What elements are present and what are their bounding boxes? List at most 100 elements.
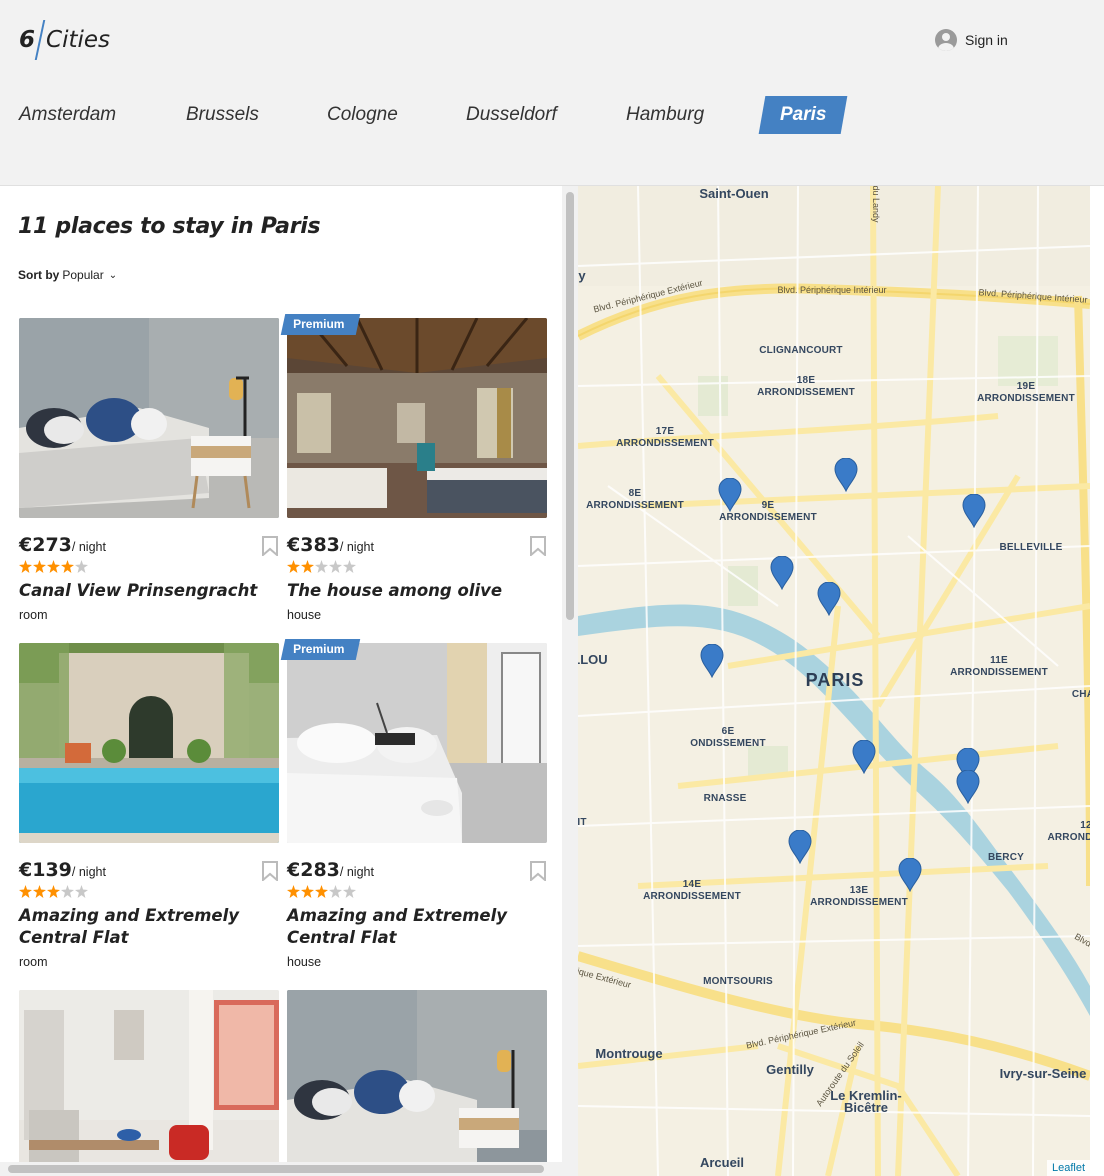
- rating-stars: [19, 560, 279, 576]
- map-label: Le Kremlin- Bicêtre: [830, 1088, 902, 1115]
- tab-hamburg[interactable]: Hamburg: [626, 96, 704, 134]
- tab-amsterdam[interactable]: Amsterdam: [19, 96, 116, 134]
- star-empty-icon: [343, 560, 356, 573]
- map-label: 8E ARRONDISSEMENT: [586, 488, 684, 511]
- map-pin-icon[interactable]: [834, 458, 858, 492]
- map-pin-icon[interactable]: [817, 582, 841, 616]
- city-tabs: Amsterdam Brussels Cologne Dusseldorf Ha…: [0, 84, 1104, 186]
- pool-courtyard-image: [19, 643, 279, 843]
- bookmark-icon[interactable]: [261, 536, 279, 556]
- sign-in-label: Sign in: [965, 32, 1008, 48]
- sign-in-link[interactable]: Sign in: [935, 29, 1008, 51]
- offer-card[interactable]: Premium €383/ night The house among oliv…: [280, 314, 547, 622]
- star-empty-icon: [75, 560, 88, 573]
- horizontal-scrollbar[interactable]: [0, 1162, 562, 1176]
- map-pin-icon[interactable]: [956, 770, 980, 804]
- tab-paris[interactable]: Paris: [758, 96, 848, 134]
- map-label: BELLEVILLE: [999, 542, 1063, 553]
- map-label: LLOU: [578, 652, 608, 667]
- offer-card[interactable]: [19, 990, 279, 1176]
- map-label: Montrouge: [595, 1046, 663, 1061]
- living-room-image: [19, 990, 279, 1176]
- bookmark-icon[interactable]: [529, 536, 547, 556]
- places-title: 11 places to stay in Paris: [18, 214, 321, 239]
- map-label: CHA: [1071, 689, 1090, 700]
- price-row: €273/ night: [19, 534, 279, 558]
- rating-stars: [19, 885, 279, 901]
- map-label: 14E ARRONDISSEMENT: [643, 879, 741, 902]
- tab-cologne[interactable]: Cologne: [327, 96, 398, 134]
- offer-image[interactable]: [19, 990, 279, 1176]
- offer-card[interactable]: €273/ night Canal View Prinsengracht roo…: [19, 318, 279, 622]
- map-pin-icon[interactable]: [718, 478, 742, 512]
- map[interactable]: Saint-Ouen Blvd. Périphérique Extérieur …: [578, 186, 1090, 1176]
- premium-label: Premium: [293, 317, 345, 331]
- offer-card[interactable]: Premium €283/ night Amazing and Extremel…: [280, 639, 547, 969]
- offer-image[interactable]: [287, 990, 547, 1176]
- offer-price: €383: [287, 534, 340, 556]
- map-label: RNASSE: [703, 793, 747, 804]
- map-label: 13E ARRONDISSEMENT: [810, 885, 908, 908]
- map-pin-icon[interactable]: [962, 494, 986, 528]
- map-pin-icon[interactable]: [770, 556, 794, 590]
- offer-name[interactable]: The house among olive: [287, 580, 547, 602]
- offer-name[interactable]: Amazing and Extremely Central Flat: [19, 905, 279, 949]
- vertical-scrollbar[interactable]: [562, 186, 578, 1176]
- tab-dusseldorf[interactable]: Dusseldorf: [466, 96, 557, 134]
- sort-control[interactable]: Sort by Popular ⌄: [18, 268, 117, 282]
- star-empty-icon: [75, 885, 88, 898]
- star-filled-icon: [301, 560, 314, 573]
- logo[interactable]: 6 Cities: [19, 20, 110, 60]
- map-pin-icon[interactable]: [852, 740, 876, 774]
- scroll-thumb[interactable]: [8, 1165, 544, 1173]
- user-icon: [935, 29, 957, 51]
- tab-label: Hamburg: [626, 104, 705, 125]
- star-empty-icon: [329, 885, 342, 898]
- map-attribution[interactable]: Leaflet: [1046, 1160, 1090, 1176]
- tab-label: Brussels: [186, 104, 259, 125]
- premium-badge: Premium: [280, 314, 361, 335]
- tab-brussels[interactable]: Brussels: [186, 96, 259, 134]
- per-night: / night: [339, 540, 374, 554]
- star-empty-icon: [315, 560, 328, 573]
- map-label: 12: [1080, 820, 1090, 831]
- offer-name[interactable]: Amazing and Extremely Central Flat: [287, 905, 547, 949]
- map-pin-icon[interactable]: [898, 858, 922, 892]
- map-pin-icon[interactable]: [700, 644, 724, 678]
- scroll-thumb[interactable]: [566, 192, 574, 620]
- offer-image[interactable]: [19, 643, 279, 843]
- tab-label: Amsterdam: [19, 104, 117, 125]
- offers-panel: 11 places to stay in Paris Sort by Popul…: [0, 186, 562, 1176]
- offer-image[interactable]: [19, 318, 279, 518]
- offer-type: house: [287, 608, 322, 622]
- price-row: €383/ night: [287, 534, 547, 558]
- map-label: 19E ARRONDISSEMENT: [977, 381, 1075, 404]
- offer-card[interactable]: €139/ night Amazing and Extremely Centra…: [19, 643, 279, 969]
- map-label: PARIS: [805, 670, 865, 690]
- star-filled-icon: [33, 560, 46, 573]
- bookmark-icon[interactable]: [261, 861, 279, 881]
- tab-label: Paris: [780, 104, 827, 125]
- bedroom-grey-image: [287, 990, 547, 1176]
- star-filled-icon: [61, 560, 74, 573]
- star-filled-icon: [47, 560, 60, 573]
- bookmark-icon[interactable]: [529, 861, 547, 881]
- offer-type: room: [19, 608, 48, 622]
- map-label: du Landy: [871, 186, 881, 223]
- offer-card[interactable]: [287, 990, 547, 1176]
- per-night: / night: [71, 865, 106, 879]
- map-label: 11E ARRONDISSEMENT: [950, 655, 1048, 678]
- star-filled-icon: [287, 560, 300, 573]
- logo-slash: [34, 20, 46, 60]
- premium-badge: Premium: [280, 639, 361, 660]
- offer-image[interactable]: [287, 318, 547, 518]
- offer-image[interactable]: [287, 643, 547, 843]
- map-label: 17E ARRONDISSEMENT: [616, 426, 714, 449]
- map-label: BERCY: [987, 852, 1025, 863]
- map-label: Blvd. Périphérique Intérieur: [777, 285, 887, 295]
- page-margin: [1090, 186, 1104, 1176]
- logo-number: 6: [19, 27, 36, 53]
- star-filled-icon: [47, 885, 60, 898]
- map-pin-icon[interactable]: [788, 830, 812, 864]
- offer-name[interactable]: Canal View Prinsengracht: [19, 580, 279, 602]
